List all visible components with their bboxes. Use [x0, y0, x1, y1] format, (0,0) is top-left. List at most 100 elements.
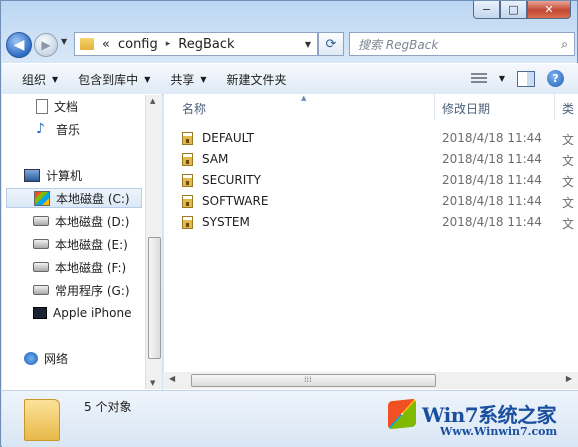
- close-button[interactable]: ✕: [527, 1, 571, 19]
- file-row[interactable]: SYSTEM 2018/4/18 11:44 文: [164, 212, 578, 233]
- search-input[interactable]: 搜索 RegBack ⌕: [349, 32, 575, 56]
- chevron-down-icon: ▼: [144, 74, 151, 84]
- include-in-library-menu[interactable]: 包含到库中 ▼: [78, 71, 150, 88]
- computer-icon: [24, 168, 40, 182]
- navigation-pane: 文档 ♪ 音乐 计算机 本地磁盘 (C:) 本地磁盘 (D:) 本地磁盘 (E:)…: [2, 94, 162, 390]
- file-modified: 2018/4/18 11:44: [442, 131, 542, 145]
- sidebar-item-documents[interactable]: 文档: [36, 96, 78, 116]
- sidebar-item-label: 文档: [54, 99, 79, 114]
- search-icon[interactable]: ⌕: [561, 37, 568, 52]
- sidebar-item-drive-d[interactable]: 本地磁盘 (D:): [33, 211, 129, 231]
- chevron-down-icon[interactable]: ▼: [499, 74, 505, 83]
- back-button[interactable]: ◀: [6, 32, 32, 58]
- sidebar-item-apple-iphone[interactable]: Apple iPhone: [33, 303, 131, 323]
- chevron-down-icon: ▼: [200, 74, 207, 84]
- column-header-name[interactable]: 名称: [182, 100, 206, 117]
- scrollbar-thumb[interactable]: [148, 237, 161, 359]
- file-icon: [182, 132, 193, 145]
- file-row[interactable]: SECURITY 2018/4/18 11:44 文: [164, 170, 578, 191]
- music-icon: ♪: [36, 120, 45, 137]
- share-label: 共享: [170, 72, 195, 87]
- file-name: SAM: [202, 152, 229, 166]
- watermark-brand: Win7系统之家: [422, 403, 557, 427]
- scroll-up-icon[interactable]: ▲: [150, 97, 155, 105]
- file-modified: 2018/4/18 11:44: [442, 173, 542, 187]
- phone-icon: [33, 307, 47, 319]
- command-bar: 组织 ▼ 包含到库中 ▼ 共享 ▼ 新建文件夹 ▼ ?: [2, 63, 578, 95]
- sidebar-item-label: 本地磁盘 (D:): [55, 214, 130, 229]
- breadcrumb-item-config[interactable]: config: [118, 37, 158, 52]
- folder-icon: [80, 38, 94, 50]
- organize-menu[interactable]: 组织 ▼: [22, 71, 58, 88]
- file-type: 文: [562, 196, 575, 210]
- column-divider[interactable]: [554, 94, 555, 120]
- file-row[interactable]: SOFTWARE 2018/4/18 11:44 文: [164, 191, 578, 212]
- scroll-right-icon[interactable]: ▶: [566, 374, 572, 383]
- sidebar-item-label: 音乐: [56, 122, 81, 137]
- file-icon: [182, 195, 193, 208]
- system-drive-icon: [34, 190, 50, 206]
- file-type: 文: [562, 154, 575, 168]
- share-menu[interactable]: 共享 ▼: [170, 71, 206, 88]
- chevron-right-icon[interactable]: ▸: [166, 39, 171, 49]
- change-view-icon[interactable]: [470, 72, 487, 85]
- refresh-button[interactable]: ⟳: [318, 32, 344, 56]
- watermark: Win7系统之家 Www.Winwin7.com: [382, 395, 572, 443]
- sidebar-scrollbar[interactable]: ▲ ▼: [145, 95, 162, 389]
- breadcrumb: « config ▸ RegBack: [102, 37, 235, 52]
- sidebar-item-label: 常用程序 (G:): [55, 283, 130, 298]
- address-dropdown-icon[interactable]: ▼: [305, 40, 311, 49]
- drive-icon: [33, 262, 49, 272]
- minimize-button[interactable]: −: [473, 1, 500, 19]
- file-modified: 2018/4/18 11:44: [442, 152, 542, 166]
- column-divider[interactable]: [434, 94, 435, 120]
- column-header-type[interactable]: 类: [562, 100, 574, 117]
- drive-icon: [33, 216, 49, 226]
- sidebar-item-drive-e[interactable]: 本地磁盘 (E:): [33, 234, 128, 254]
- sidebar-item-label: 计算机: [46, 168, 83, 183]
- sidebar-item-drive-c[interactable]: 本地磁盘 (C:): [6, 188, 142, 208]
- maximize-button[interactable]: □: [500, 1, 527, 19]
- item-count: 5 个对象: [84, 400, 132, 414]
- scrollbar-thumb[interactable]: [191, 374, 436, 387]
- file-icon: [182, 216, 193, 229]
- help-icon[interactable]: ?: [547, 70, 564, 87]
- recent-pages-dropdown[interactable]: ▼: [61, 37, 67, 46]
- sidebar-item-drive-g[interactable]: 常用程序 (G:): [33, 280, 130, 300]
- sidebar-item-music[interactable]: ♪ 音乐: [36, 119, 80, 139]
- navigation-bar: ◀ ▶ ▼ « config ▸ RegBack ▼ ⟳ 搜索 RegBack …: [1, 29, 578, 59]
- organize-label: 组织: [22, 72, 47, 87]
- sidebar-item-computer[interactable]: 计算机: [24, 165, 82, 185]
- document-icon: [36, 98, 48, 114]
- drive-icon: [33, 285, 49, 295]
- sort-arrow-icon: ▲: [301, 94, 307, 102]
- address-bar[interactable]: « config ▸ RegBack ▼: [74, 32, 318, 56]
- preview-pane-icon[interactable]: [517, 70, 535, 87]
- column-header-modified[interactable]: 修改日期: [442, 100, 490, 117]
- file-type: 文: [562, 217, 575, 231]
- forward-button[interactable]: ▶: [34, 33, 58, 57]
- window-controls: − □ ✕: [473, 1, 571, 19]
- windows-logo-icon: [388, 398, 416, 430]
- sidebar-item-drive-f[interactable]: 本地磁盘 (F:): [33, 257, 126, 277]
- sidebar-item-label: 本地磁盘 (F:): [55, 260, 127, 275]
- explorer-window: − □ ✕ ◀ ▶ ▼ « config ▸ RegBack ▼ ⟳ 搜索 Re…: [0, 0, 578, 447]
- file-row[interactable]: DEFAULT 2018/4/18 11:44 文: [164, 128, 578, 149]
- scroll-left-icon[interactable]: ◀: [169, 374, 175, 383]
- sidebar-item-label: Apple iPhone: [53, 306, 132, 320]
- scroll-down-icon[interactable]: ▼: [150, 379, 155, 387]
- view-controls: ▼ ?: [470, 70, 564, 87]
- column-header-row: ▲ 名称 修改日期 类: [164, 94, 578, 120]
- new-folder-button[interactable]: 新建文件夹: [227, 71, 287, 88]
- sidebar-item-label: 网络: [44, 351, 69, 366]
- file-list-scrollbar[interactable]: ◀ ⁞⁞⁞ ▶: [163, 372, 578, 389]
- file-modified: 2018/4/18 11:44: [442, 194, 542, 208]
- sidebar-item-label: 本地磁盘 (E:): [55, 237, 128, 252]
- file-row[interactable]: SAM 2018/4/18 11:44 文: [164, 149, 578, 170]
- breadcrumb-item-regback[interactable]: RegBack: [178, 37, 234, 52]
- breadcrumb-overflow[interactable]: «: [102, 37, 110, 52]
- sidebar-item-network[interactable]: 网络: [24, 348, 68, 368]
- details-pane: 5 个对象 Win7系统之家 Www.Winwin7.com: [2, 390, 578, 447]
- file-name: SYSTEM: [202, 215, 250, 229]
- scrollbar-grip-icon: ⁞⁞⁞: [304, 375, 312, 384]
